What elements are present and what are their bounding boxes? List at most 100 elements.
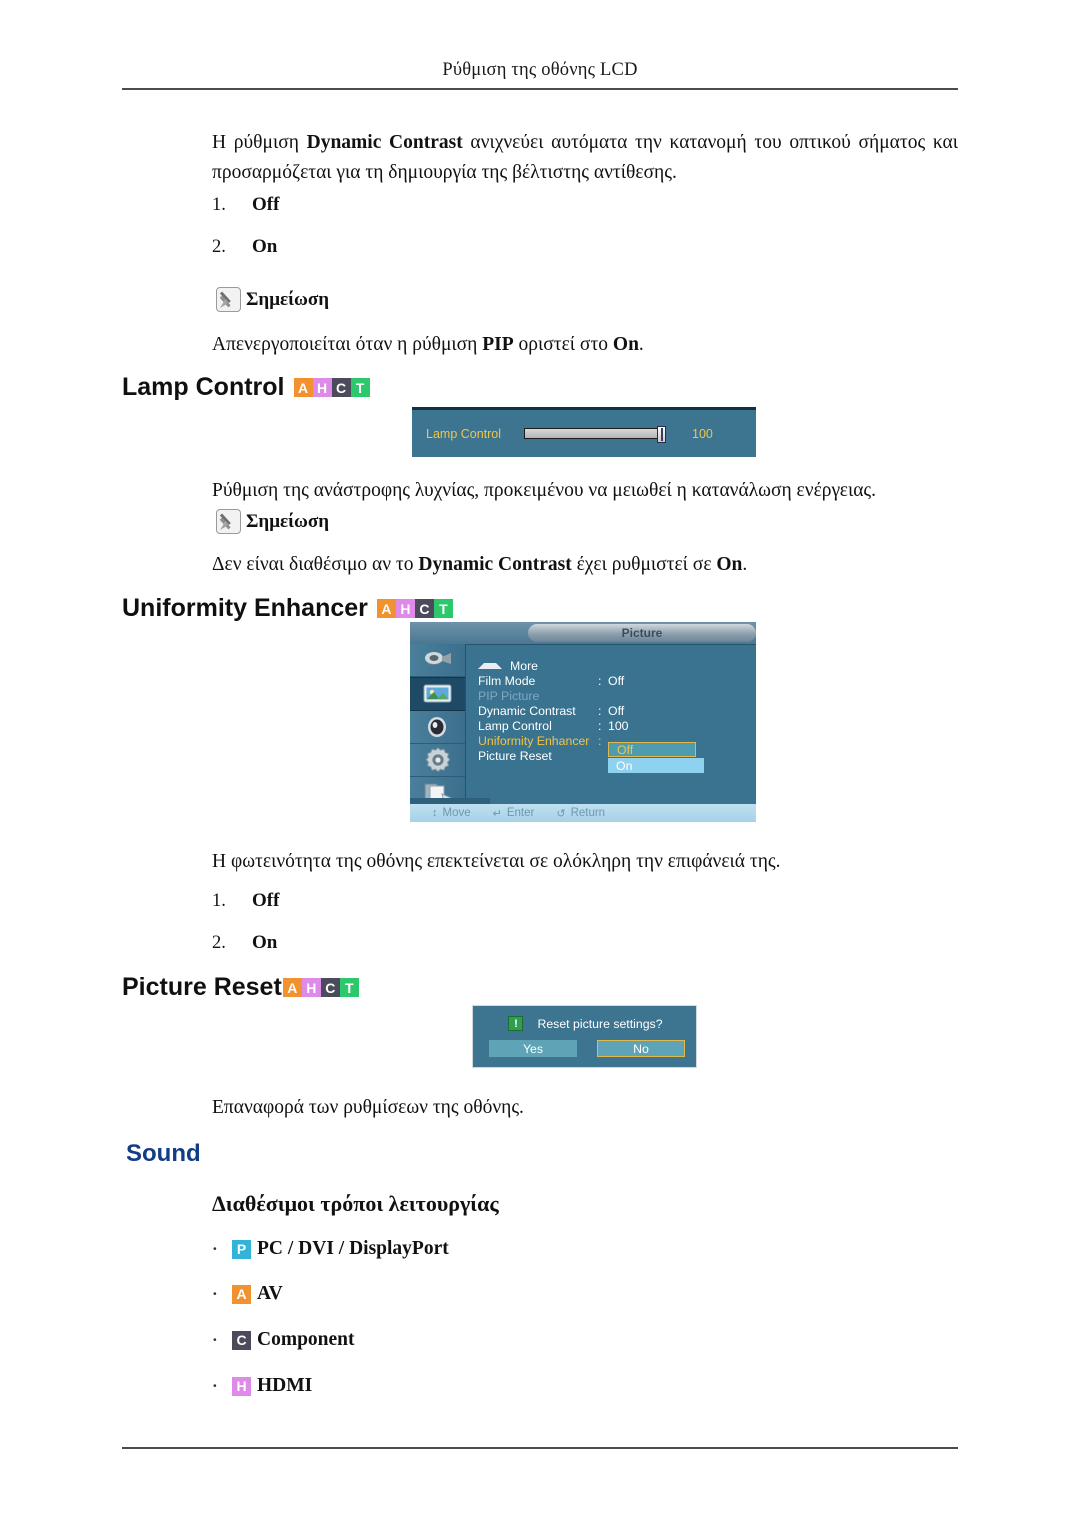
bullet-dot: ·	[212, 1284, 218, 1303]
osd-row-more[interactable]: More	[478, 658, 750, 673]
no-button[interactable]: No	[597, 1040, 685, 1057]
badge-hdmi: H	[232, 1376, 251, 1396]
enter-icon: ↵	[492, 807, 502, 820]
list-item-number: 1.	[212, 891, 226, 911]
mode-label: Component	[257, 1329, 355, 1350]
sidebar-item-sound[interactable]	[410, 711, 465, 744]
lamp-control-description: Ρύθμιση της ανάστροφης λυχνίας, προκειμέ…	[212, 480, 877, 501]
badge-component: C	[232, 1330, 251, 1350]
osd-row-separator: :	[598, 733, 602, 748]
dropdown-option-on[interactable]: On	[608, 758, 704, 773]
return-icon: ↺	[556, 807, 566, 820]
heading-lamp-control-label: Lamp Control	[122, 373, 285, 401]
osd-slider-handle[interactable]	[657, 426, 666, 443]
note-heading: Σημείωση	[216, 287, 329, 312]
note-2-text: Δεν είναι διαθέσιμο αν το Dynamic Contra…	[212, 550, 958, 580]
mode-label: HDMI	[257, 1375, 313, 1396]
dropdown-option-off[interactable]: Off	[608, 742, 696, 757]
footer-enter-label: Enter	[506, 807, 535, 819]
subheading-available-modes: Διαθέσιμοι τρόποι λειτουργίας	[212, 1191, 499, 1216]
badge-tv: T	[350, 378, 370, 397]
note-2-bold-dc: Dynamic Contrast	[418, 554, 572, 575]
osd-row-film-mode[interactable]: Film Mode : Off	[478, 673, 750, 688]
badge-tv: T	[433, 599, 453, 618]
list-item: · C Component	[212, 1329, 355, 1351]
sidebar-item-picture[interactable]	[410, 677, 465, 711]
dialog-message-row: ! Reset picture settings?	[473, 1016, 698, 1031]
badge-hdmi: H	[312, 378, 332, 397]
note-label: Σημείωση	[246, 288, 330, 310]
setup-gear-icon	[425, 747, 450, 773]
heading-uniformity-enhancer: Uniformity Enhancer A H C T	[122, 594, 453, 623]
note-1-bold-on: On	[612, 334, 639, 355]
badge-av: A	[376, 599, 396, 618]
osd-row-key: PIP Picture	[478, 688, 540, 703]
osd-row-value: 100	[608, 718, 629, 733]
osd-lamp-control-slider: Lamp Control 100	[412, 407, 756, 457]
list-item-value: On	[252, 236, 278, 257]
warning-icon: !	[508, 1016, 524, 1031]
list-item-value: Off	[252, 890, 280, 911]
note-heading: Σημείωση	[216, 509, 329, 534]
uniformity-enhancer-description: Η φωτεινότητα της οθόνης επεκτείνεται σε…	[212, 851, 781, 872]
osd-footer-bar: ↕ Move ↵ Enter ↺ Return	[410, 804, 756, 822]
note-1-text-a: Απενεργοποιείται όταν η ρύθμιση	[212, 334, 483, 355]
footer-rule	[122, 1447, 958, 1449]
note-pencil-icon	[216, 287, 241, 312]
osd-slider-label: Lamp Control	[426, 426, 502, 441]
list-item-number: 2.	[212, 237, 226, 257]
dialog-buttons: Yes No	[489, 1040, 685, 1057]
intro-text-before: Η ρύθμιση	[212, 132, 307, 153]
osd-row-dynamic-contrast[interactable]: Dynamic Contrast : Off	[478, 703, 750, 718]
heading-picture-reset: Picture Reset A H C T	[122, 973, 359, 1002]
list-item: 1. Off	[212, 890, 279, 912]
move-icon: ↕	[432, 807, 438, 819]
osd-uniformity-dropdown[interactable]: Off On	[608, 742, 704, 773]
badge-hdmi: H	[395, 599, 415, 618]
picture-icon	[423, 684, 451, 703]
note-1-bold-pip: PIP	[482, 334, 514, 355]
list-item-value: On	[252, 932, 278, 953]
osd-row-separator: :	[598, 718, 602, 733]
list-item: · P PC / DVI / DisplayPort	[212, 1238, 449, 1260]
yes-button[interactable]: Yes	[489, 1040, 577, 1057]
osd-picture-menu: Picture More Film Mode: Off PIP Picture…	[410, 622, 756, 822]
badge-av: A	[293, 378, 313, 397]
heading-picture-reset-label: Picture Reset	[122, 973, 282, 1001]
osd-slider-track[interactable]	[524, 426, 666, 443]
badge-av: A	[232, 1284, 251, 1304]
input-icon	[424, 652, 451, 665]
note-2-text-c: .	[742, 554, 748, 575]
badge-component: C	[414, 599, 434, 618]
badge-pc: P	[232, 1239, 251, 1259]
footer-return: ↺ Return	[556, 807, 605, 820]
osd-row-pip-picture: PIP Picture	[478, 688, 750, 703]
osd-more-label: More	[510, 658, 539, 673]
osd-reset-dialog: ! Reset picture settings? Yes No	[472, 1005, 697, 1068]
note-label: Σημείωση	[246, 510, 330, 532]
osd-sidebar	[410, 644, 466, 810]
badge-hdmi: H	[301, 978, 321, 997]
list-item-number: 1.	[212, 195, 226, 215]
sound-icon	[427, 717, 446, 737]
bullet-dot: ·	[212, 1239, 218, 1258]
osd-row-key: Picture Reset	[478, 748, 552, 763]
bullet-dot: ·	[212, 1330, 218, 1349]
footer-enter: ↵ Enter	[493, 807, 535, 820]
footer-move: ↕ Move	[432, 807, 471, 819]
osd-row-lamp-control[interactable]: Lamp Control : 100	[478, 718, 750, 733]
osd-row-key: Film Mode	[478, 673, 536, 688]
list-item: 2. On	[212, 236, 277, 258]
footer-return-label: Return	[570, 807, 606, 819]
intro-bold-term: Dynamic Contrast	[306, 132, 463, 153]
osd-row-key: Lamp Control	[478, 718, 552, 733]
footer-move-label: Move	[442, 807, 471, 819]
sidebar-item-setup[interactable]	[410, 744, 465, 777]
heading-lamp-control: Lamp Control A H C T	[122, 373, 370, 402]
badge-component: C	[320, 978, 340, 997]
caret-up-icon	[478, 662, 502, 669]
note-1-text-c: .	[638, 334, 644, 355]
mode-badges: A H C T	[293, 378, 370, 397]
badge-component: C	[331, 378, 351, 397]
sidebar-item-input[interactable]	[410, 644, 465, 677]
